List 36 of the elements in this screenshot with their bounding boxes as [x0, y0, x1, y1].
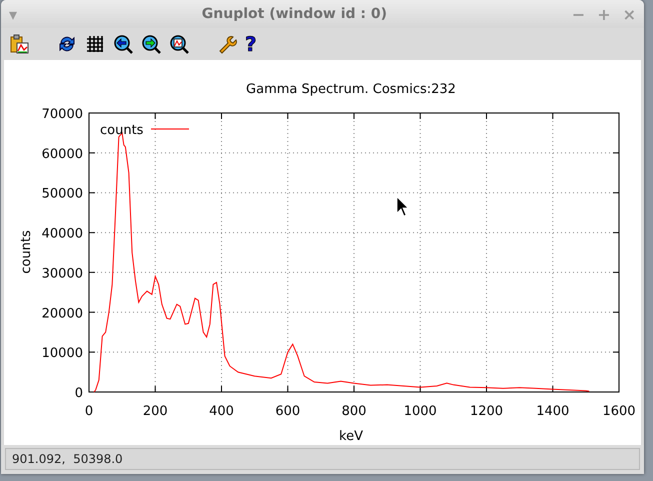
x-tick-label: 0	[84, 404, 94, 419]
y-tick-label: 20000	[42, 306, 83, 322]
zoom-back-icon[interactable]	[113, 34, 133, 54]
y-tick-label: 30000	[42, 266, 83, 282]
x-tick-label: 800	[342, 404, 366, 419]
legend-label: counts	[100, 123, 144, 138]
wrench-icon[interactable]	[217, 34, 237, 54]
x-tick-label: 400	[209, 404, 234, 419]
autoscale-icon[interactable]	[169, 34, 189, 54]
y-tick-label: 40000	[42, 226, 83, 242]
x-tick-label: 1400	[536, 404, 570, 419]
clipboard-icon[interactable]	[9, 34, 29, 54]
chart-title: Gamma Spectrum. Cosmics:232	[246, 82, 456, 97]
window-menu-button[interactable]: ▾	[9, 4, 18, 24]
status-bar: 901.092, 50398.0	[5, 448, 640, 470]
x-tick-label: 1200	[470, 404, 504, 419]
x-tick-label: 1600	[602, 404, 636, 419]
refresh-icon[interactable]	[57, 34, 77, 54]
x-tick-label: 200	[142, 404, 168, 419]
maximize-button[interactable]: +	[597, 4, 611, 24]
x-axis-label: keV	[339, 429, 363, 444]
y-tick-label: 70000	[42, 107, 83, 122]
zoom-forward-icon[interactable]	[141, 34, 161, 54]
y-tick-label: 0	[74, 386, 83, 401]
grid-icon[interactable]	[85, 34, 105, 54]
help-button[interactable]: ?	[245, 34, 257, 54]
x-tick-label: 1000	[404, 404, 437, 419]
minimize-button[interactable]: −	[572, 4, 586, 24]
x-tick-label: 600	[275, 404, 300, 419]
y-tick-label: 10000	[42, 346, 83, 362]
y-axis-label: counts	[19, 230, 34, 274]
pointer-icon	[396, 196, 409, 217]
y-tick-label: 60000	[42, 146, 83, 162]
window-title: Gnuplot (window id : 0)	[200, 6, 388, 22]
y-tick-label: 50000	[42, 186, 83, 202]
close-button[interactable]: ×	[622, 4, 636, 24]
